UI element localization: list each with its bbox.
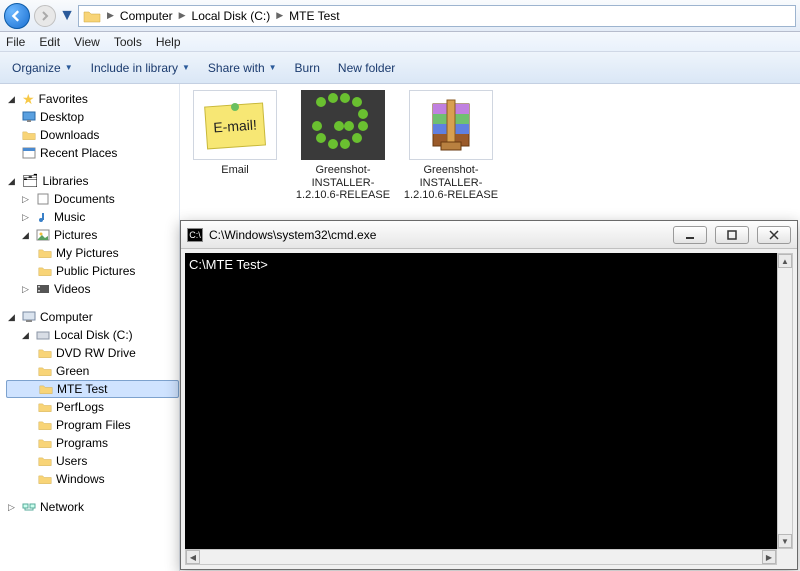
- folder-icon: [22, 129, 36, 141]
- sidebar-item-recent[interactable]: Recent Places: [6, 144, 179, 162]
- cmd-titlebar[interactable]: C:\ C:\Windows\system32\cmd.exe: [181, 221, 797, 249]
- computer-header[interactable]: ◢Computer: [6, 308, 179, 326]
- disk-icon: [36, 329, 50, 341]
- sidebar-item-folder[interactable]: Programs: [6, 434, 179, 452]
- sidebar-item-folder[interactable]: Windows: [6, 470, 179, 488]
- sidebar-item-folder[interactable]: Green: [6, 362, 179, 380]
- breadcrumb-segment[interactable]: Computer: [116, 9, 177, 23]
- favorites-header[interactable]: ◢★Favorites: [6, 90, 179, 108]
- documents-icon: [36, 193, 50, 205]
- sidebar-item-my-pictures[interactable]: My Pictures: [6, 244, 179, 262]
- menu-tools[interactable]: Tools: [114, 35, 142, 49]
- folder-icon: [83, 8, 101, 24]
- star-icon: ★: [22, 91, 35, 108]
- scroll-left-button[interactable]: ◀: [186, 550, 200, 564]
- sidebar-item-folder[interactable]: PerfLogs: [6, 398, 179, 416]
- libraries-icon: 🗂: [22, 173, 39, 189]
- breadcrumb-segment[interactable]: MTE Test: [285, 9, 343, 23]
- scroll-up-button[interactable]: ▲: [778, 254, 792, 268]
- cmd-prompt: C:\MTE Test>: [189, 257, 268, 272]
- sidebar-item-folder[interactable]: Users: [6, 452, 179, 470]
- organize-button[interactable]: Organize▼: [12, 61, 73, 75]
- sidebar-item-videos[interactable]: ▷Videos: [6, 280, 179, 298]
- sidebar-item-folder[interactable]: Program Files: [6, 416, 179, 434]
- menu-bar: File Edit View Tools Help: [0, 32, 800, 52]
- folder-icon: [39, 383, 53, 395]
- new-folder-button[interactable]: New folder: [338, 61, 395, 75]
- sidebar-item-folder-selected[interactable]: MTE Test: [6, 380, 179, 398]
- network-icon: [22, 501, 36, 513]
- share-with-button[interactable]: Share with▼: [208, 61, 277, 75]
- desktop-icon: [22, 111, 36, 123]
- cmd-icon: C:\: [187, 228, 203, 242]
- menu-view[interactable]: View: [74, 35, 100, 49]
- minimize-button[interactable]: [673, 226, 707, 244]
- folder-icon: [38, 437, 52, 449]
- sidebar-item-documents[interactable]: ▷Documents: [6, 190, 179, 208]
- burn-button[interactable]: Burn: [295, 61, 320, 75]
- libraries-header[interactable]: ◢🗂Libraries: [6, 172, 179, 190]
- folder-icon: [38, 365, 52, 377]
- horizontal-scrollbar[interactable]: ◀ ▶: [185, 549, 777, 565]
- menu-file[interactable]: File: [6, 35, 25, 49]
- music-icon: [36, 211, 50, 223]
- sidebar-item-desktop[interactable]: Desktop: [6, 108, 179, 126]
- menu-help[interactable]: Help: [156, 35, 181, 49]
- file-item[interactable]: Greenshot-INSTALLER-1.2.10.6-RELEASE: [400, 90, 502, 202]
- computer-icon: [22, 311, 36, 323]
- include-in-library-button[interactable]: Include in library▼: [91, 61, 190, 75]
- file-name: Greenshot-INSTALLER-1.2.10.6-RELEASE: [292, 164, 394, 202]
- vertical-scrollbar[interactable]: ▲ ▼: [777, 253, 793, 549]
- sidebar-item-public-pictures[interactable]: Public Pictures: [6, 262, 179, 280]
- folder-icon: [38, 419, 52, 431]
- folder-icon: [38, 455, 52, 467]
- folder-icon: [38, 247, 52, 259]
- folder-icon: [38, 265, 52, 277]
- sidebar-item-pictures[interactable]: ◢Pictures: [6, 226, 179, 244]
- address-bar[interactable]: ▶ Computer ▶ Local Disk (C:) ▶ MTE Test: [78, 5, 796, 27]
- nav-forward-button[interactable]: [34, 5, 56, 27]
- nav-history-dropdown[interactable]: ▼: [60, 5, 74, 27]
- nav-back-button[interactable]: [4, 3, 30, 29]
- close-button[interactable]: [757, 226, 791, 244]
- folder-icon: [38, 347, 52, 359]
- email-thumb: E-mail!: [193, 90, 277, 160]
- file-name: Greenshot-INSTALLER-1.2.10.6-RELEASE: [400, 164, 502, 202]
- rar-thumb: [409, 90, 493, 160]
- file-name: Email: [184, 164, 286, 177]
- network-header[interactable]: ▷Network: [6, 498, 179, 516]
- breadcrumb-segment[interactable]: Local Disk (C:): [188, 9, 275, 23]
- cmd-title-text: C:\Windows\system32\cmd.exe: [209, 228, 376, 242]
- toolbar: Organize▼ Include in library▼ Share with…: [0, 52, 800, 84]
- videos-icon: [36, 283, 50, 295]
- pictures-icon: [36, 229, 50, 241]
- sidebar-item-local-disk[interactable]: ◢Local Disk (C:): [6, 326, 179, 344]
- sidebar-item-downloads[interactable]: Downloads: [6, 126, 179, 144]
- folder-icon: [38, 473, 52, 485]
- maximize-button[interactable]: [715, 226, 749, 244]
- scroll-right-button[interactable]: ▶: [762, 550, 776, 564]
- cmd-terminal[interactable]: C:\MTE Test>: [185, 253, 777, 549]
- recent-icon: [22, 147, 36, 159]
- nav-bar: ▼ ▶ Computer ▶ Local Disk (C:) ▶ MTE Tes…: [0, 0, 800, 32]
- menu-edit[interactable]: Edit: [39, 35, 60, 49]
- file-item[interactable]: Greenshot-INSTALLER-1.2.10.6-RELEASE: [292, 90, 394, 202]
- file-item[interactable]: E-mail! Email: [184, 90, 286, 177]
- navigation-pane: ◢★Favorites Desktop Downloads Recent Pla…: [0, 84, 180, 571]
- cmd-window[interactable]: C:\ C:\Windows\system32\cmd.exe C:\MTE T…: [180, 220, 798, 570]
- greenshot-thumb: [301, 90, 385, 160]
- folder-icon: [38, 401, 52, 413]
- scroll-down-button[interactable]: ▼: [778, 534, 792, 548]
- svg-text:E-mail!: E-mail!: [213, 116, 258, 135]
- sidebar-item-music[interactable]: ▷Music: [6, 208, 179, 226]
- sidebar-item-folder[interactable]: DVD RW Drive: [6, 344, 179, 362]
